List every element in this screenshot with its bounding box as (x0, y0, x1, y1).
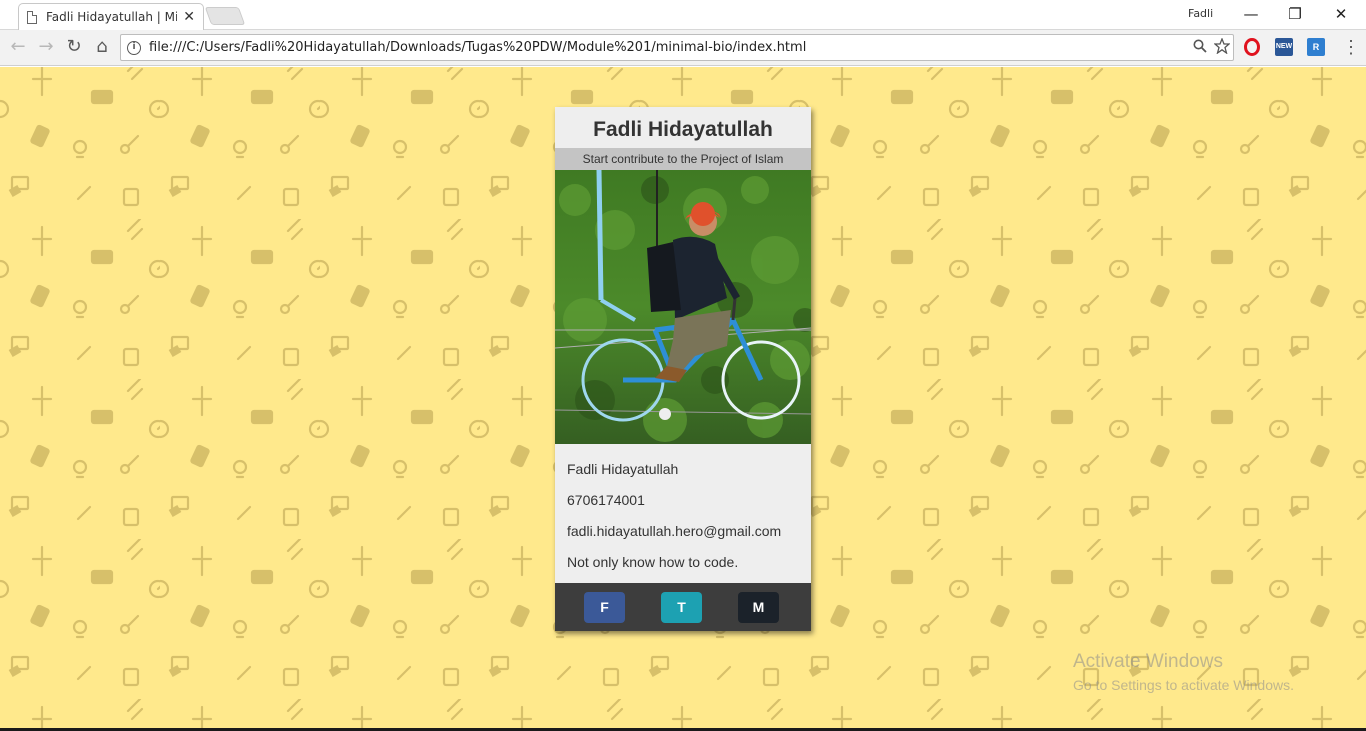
reload-button[interactable]: ↻ (62, 36, 86, 58)
detail-email: fadli.hidayatullah.hero@gmail.com (567, 523, 782, 539)
twitter-button[interactable]: T (661, 592, 702, 623)
card-name: Fadli Hidayatullah (593, 118, 773, 141)
minimize-button[interactable]: — (1228, 3, 1274, 25)
watermark-subtitle: Go to Settings to activate Windows. (1073, 677, 1294, 693)
new-extension-icon[interactable]: NEW (1275, 38, 1293, 56)
back-button[interactable]: ← (6, 36, 30, 58)
detail-phone: 6706174001 (567, 492, 645, 508)
info-icon[interactable]: i (127, 40, 141, 55)
browser-toolbar: ← → ↻ ⌂ i file:///C:/Users/Fadli%20Hiday… (0, 30, 1366, 66)
browser-titlebar: Fadli Hidayatullah | Minimal Bio ✕ Fadli… (0, 0, 1366, 30)
watermark-title: Activate Windows (1073, 651, 1223, 672)
home-button[interactable]: ⌂ (90, 36, 114, 58)
profile-photo (555, 170, 811, 444)
windows-activation-watermark: Activate Windows Go to Settings to activ… (1073, 651, 1294, 693)
zoom-icon[interactable] (1189, 39, 1211, 57)
menu-icon[interactable]: ⋮ (1342, 36, 1360, 58)
restore-button[interactable]: ❐ (1272, 3, 1318, 25)
social-bar: F T M (555, 583, 811, 631)
profile-name[interactable]: Fadli (1188, 7, 1213, 20)
opera-icon[interactable] (1243, 38, 1261, 56)
document-icon (27, 10, 37, 24)
forward-button[interactable]: → (34, 36, 58, 58)
card-tagline: Start contribute to the Project of Islam (555, 148, 811, 170)
tab-title: Fadli Hidayatullah | Minimal Bio (46, 10, 178, 24)
address-bar[interactable]: i file:///C:/Users/Fadli%20Hidayatullah/… (120, 34, 1234, 61)
page-viewport: Fadli Hidayatullah Start contribute to t… (0, 67, 1366, 728)
close-window-button[interactable]: ✕ (1318, 3, 1364, 25)
tab-close-icon[interactable]: ✕ (183, 9, 195, 25)
bio-card: Fadli Hidayatullah Start contribute to t… (555, 107, 811, 631)
bio-details: Fadli Hidayatullah 6706174001 fadli.hida… (555, 444, 811, 580)
r-extension-icon[interactable]: R (1307, 38, 1325, 56)
detail-fullname: Fadli Hidayatullah (567, 461, 679, 477)
url-text[interactable]: file:///C:/Users/Fadli%20Hidayatullah/Do… (149, 40, 1189, 55)
bookmark-star-icon[interactable] (1211, 36, 1233, 58)
medium-button[interactable]: M (738, 592, 779, 623)
browser-tab[interactable]: Fadli Hidayatullah | Minimal Bio ✕ (18, 3, 204, 30)
new-tab-button[interactable] (204, 7, 246, 25)
facebook-button[interactable]: F (584, 592, 625, 623)
detail-motto: Not only know how to code. (567, 554, 739, 570)
